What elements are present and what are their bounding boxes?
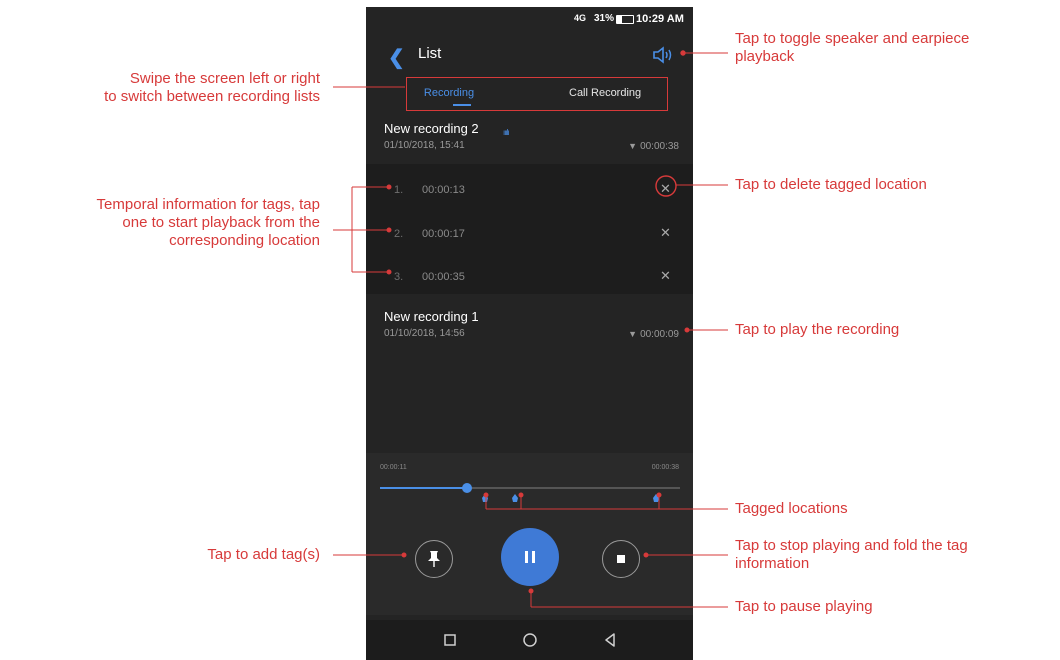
- recording-duration[interactable]: ▼ 00:00:09: [628, 329, 679, 340]
- annotation-line: Temporal information for tags, tap: [96, 196, 320, 213]
- network-indicator: 4G: [574, 13, 587, 23]
- phone-screen: 4G 31% 10:29 AM ❮ List Recording Call Re…: [366, 7, 693, 660]
- annotation-tagged: Tagged locations: [735, 500, 848, 517]
- tag-pin-icon: ▼: [628, 329, 638, 339]
- home-icon[interactable]: [520, 630, 540, 650]
- pin-icon: [428, 551, 440, 567]
- annotation-play: Tap to play the recording: [735, 321, 900, 338]
- annotation-toggle: Tap to toggle speaker and earpiece playb…: [735, 30, 969, 66]
- annotation-line: one to start playback from the: [122, 214, 320, 231]
- total-time: 00:00:38: [651, 464, 679, 471]
- player-panel: 00:00:11 00:00:38: [366, 453, 693, 615]
- annotation-pause: Tap to pause playing: [735, 598, 873, 615]
- tag-list: 1. 00:00:13 ✕ 2. 00:00:17 ✕ 3. 00:00:35 …: [366, 164, 693, 294]
- annotation-add-tag: Tap to add tag(s): [207, 546, 320, 563]
- annotation-line: Tap to toggle speaker and earpiece: [735, 30, 970, 47]
- tag-marker: [482, 494, 488, 502]
- pause-button[interactable]: [501, 528, 559, 586]
- recording-duration[interactable]: ▼ 00:00:38: [628, 141, 679, 152]
- page-title: List: [418, 45, 442, 62]
- recording-title: New recording 2: [384, 121, 479, 136]
- tag-marker: [512, 494, 518, 502]
- tab-call-recording[interactable]: Call Recording: [569, 87, 641, 99]
- tab-bar: Recording Call Recording: [406, 77, 668, 111]
- list-item[interactable]: New recording 1 01/10/2018, 14:56 ▼ 00:00…: [366, 307, 693, 352]
- tag-time: 00:00:35: [422, 271, 465, 283]
- annotation-delete-tag: Tap to delete tagged location: [735, 176, 927, 193]
- annotation-line: corresponding location: [169, 232, 320, 249]
- tag-time: 00:00:17: [422, 228, 465, 240]
- annotation-line: information: [735, 555, 810, 572]
- annotation-swipe: Swipe the screen left or right to switch…: [104, 70, 320, 106]
- add-tag-button[interactable]: [415, 540, 453, 578]
- pause-icon: [525, 551, 535, 563]
- playing-wave-icon: ııılı: [503, 128, 510, 137]
- tag-time: 00:00:13: [422, 184, 465, 196]
- close-icon[interactable]: ✕: [660, 181, 671, 197]
- tab-indicator: [453, 104, 471, 106]
- list-item[interactable]: New recording 2 01/10/2018, 15:41 ▼ 00:00…: [366, 119, 693, 164]
- progress-slider[interactable]: [380, 483, 680, 493]
- annotation-line: playback: [735, 48, 795, 65]
- status-bar: 4G 31% 10:29 AM: [366, 7, 693, 29]
- tag-item[interactable]: 2. 00:00:17 ✕: [366, 220, 693, 250]
- tab-recording[interactable]: Recording: [419, 87, 479, 99]
- stop-button[interactable]: [602, 540, 640, 578]
- annotation-line: Swipe the screen left or right: [129, 70, 320, 87]
- tag-number: 1.: [394, 184, 404, 196]
- back-icon[interactable]: ❮: [388, 45, 405, 70]
- recording-title: New recording 1: [384, 309, 479, 324]
- recording-date: 01/10/2018, 15:41: [384, 140, 465, 151]
- stop-icon: [617, 555, 625, 563]
- progress-fill: [380, 487, 467, 489]
- tag-item[interactable]: 3. 00:00:35 ✕: [366, 263, 693, 293]
- recording-date: 01/10/2018, 14:56: [384, 328, 465, 339]
- close-icon[interactable]: ✕: [660, 225, 671, 241]
- duration-text: 00:00:09: [640, 329, 679, 340]
- annotation-line: Tap to stop playing and fold the tag: [735, 537, 968, 554]
- clock: 10:29 AM: [636, 13, 684, 25]
- battery-icon: [616, 15, 634, 24]
- duration-text: 00:00:38: [640, 141, 679, 152]
- battery-percent: 31%: [594, 13, 615, 24]
- back-nav-icon[interactable]: [600, 630, 620, 650]
- close-icon[interactable]: ✕: [660, 268, 671, 284]
- speaker-icon[interactable]: [651, 44, 677, 66]
- tag-item[interactable]: 1. 00:00:13 ✕: [366, 176, 693, 206]
- tag-number: 3.: [394, 271, 404, 283]
- annotation-stop: Tap to stop playing and fold the tag inf…: [735, 537, 968, 573]
- recent-apps-icon[interactable]: [440, 630, 460, 650]
- navigation-bar: [366, 620, 693, 660]
- tag-pin-icon: ▼: [628, 141, 638, 151]
- tag-marker: [653, 494, 659, 502]
- annotation-line: to switch between recording lists: [104, 88, 320, 105]
- annotation-temporal: Temporal information for tags, tap one t…: [97, 196, 320, 250]
- tag-number: 2.: [394, 228, 404, 240]
- slider-knob[interactable]: [462, 483, 472, 493]
- elapsed-time: 00:00:11: [380, 464, 407, 471]
